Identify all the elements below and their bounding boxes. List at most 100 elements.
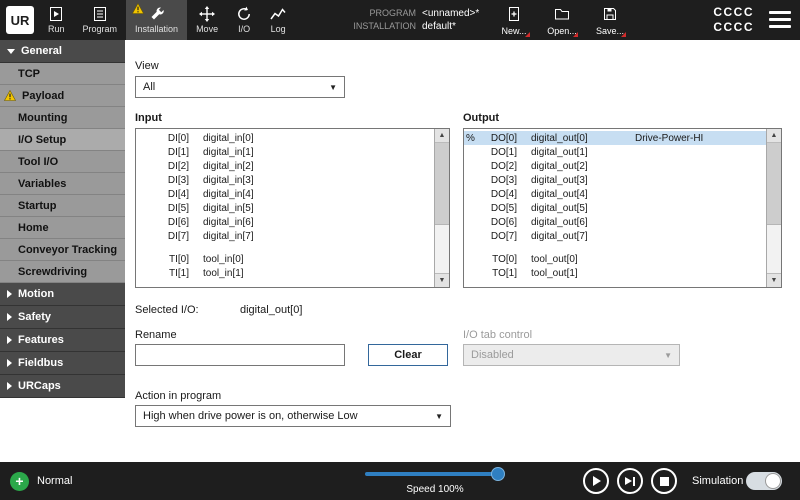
unsaved-marker (525, 32, 530, 37)
io-row[interactable]: DO[4] digital_out[4] (464, 187, 766, 201)
io-row[interactable]: DO[3] digital_out[3] (464, 173, 766, 187)
sidebar-item[interactable]: Conveyor Tracking (0, 239, 125, 261)
sidebar-item-label: Startup (18, 200, 57, 212)
io-row[interactable]: DO[7] digital_out[7] (464, 229, 766, 243)
io-row[interactable]: % DO[0] digital_out[0] Drive-Power-HI (464, 131, 766, 145)
view-dropdown[interactable]: All ▼ (135, 76, 345, 98)
tab-move[interactable]: Move (187, 0, 227, 40)
view-label: View (135, 60, 159, 72)
io-row-name: digital_in[2] (203, 161, 307, 172)
io-row[interactable]: DO[5] digital_out[5] (464, 201, 766, 215)
sidebar-section[interactable]: Fieldbus (0, 352, 125, 375)
new-button[interactable]: New... (494, 3, 534, 36)
sidebar-section-label: Fieldbus (18, 357, 63, 369)
step-icon-bar (633, 477, 635, 486)
io-row[interactable]: DI[6] digital_in[6] (136, 215, 434, 229)
sidebar: General TCP Payload Mounting (0, 40, 125, 398)
toggle-knob (765, 473, 781, 489)
sidebar-item[interactable]: Mounting (0, 107, 125, 129)
io-row-name: tool_out[1] (531, 268, 635, 279)
unsaved-marker (621, 32, 626, 37)
tab-run[interactable]: Run (39, 0, 74, 40)
action-in-program-dropdown[interactable]: High when drive power is on, otherwise L… (135, 405, 451, 427)
io-row-name: digital_in[7] (203, 231, 307, 242)
io-row[interactable]: DI[5] digital_in[5] (136, 201, 434, 215)
robot-status[interactable]: + Normal (10, 462, 72, 500)
io-row[interactable]: DI[4] digital_in[4] (136, 187, 434, 201)
sidebar-section[interactable]: Motion (0, 283, 125, 306)
open-button[interactable]: Open... (542, 3, 582, 36)
scrollbar-thumb[interactable] (767, 143, 781, 225)
sidebar-item-label: TCP (18, 68, 40, 80)
io-row-extra: Drive-Power-HI (635, 133, 766, 144)
program-name: <unnamed>* (422, 7, 479, 20)
menu-bar (769, 18, 791, 21)
main-content: View All ▼ Input Output DI[0] digital_in… (125, 40, 800, 462)
tab-label: I/O (238, 24, 250, 34)
io-row-id: DI[1] (149, 147, 189, 158)
chevron-right-icon (7, 359, 12, 367)
save-label: Save... (596, 26, 624, 36)
sidebar-item[interactable]: Screwdriving (0, 261, 125, 283)
sidebar-item[interactable]: Tool I/O (0, 151, 125, 173)
save-button[interactable]: Save... (590, 3, 630, 36)
io-row[interactable]: DO[1] digital_out[1] (464, 145, 766, 159)
sidebar-item-label: Tool I/O (18, 156, 58, 168)
sidebar-item[interactable]: Payload (0, 85, 125, 107)
tab-installation[interactable]: Installation (126, 0, 187, 40)
sidebar-section-label: Safety (18, 311, 51, 323)
scroll-down-icon[interactable]: ▼ (767, 273, 781, 287)
program-label: PROGRAM (336, 7, 416, 20)
io-row[interactable]: DI[1] digital_in[1] (136, 145, 434, 159)
input-scrollbar: ▲ ▼ (434, 129, 449, 287)
installation-wrench-icon (149, 6, 165, 22)
step-button[interactable] (617, 468, 643, 494)
new-label: New... (501, 26, 526, 36)
open-folder-icon (554, 6, 570, 24)
io-row[interactable] (464, 243, 766, 252)
io-row[interactable]: DI[0] digital_in[0] (136, 131, 434, 145)
io-row-name: digital_in[3] (203, 175, 307, 186)
io-row[interactable]: TI[0] tool_in[0] (136, 252, 434, 266)
installation-warning-icon (132, 3, 144, 14)
io-row-name: digital_in[6] (203, 217, 307, 228)
sidebar-section-general[interactable]: General (0, 40, 125, 63)
sidebar-item[interactable]: Home (0, 217, 125, 239)
sidebar-section[interactable]: Features (0, 329, 125, 352)
io-row[interactable]: DO[2] digital_out[2] (464, 159, 766, 173)
io-row[interactable]: TO[0] tool_out[0] (464, 252, 766, 266)
io-row[interactable]: TO[1] tool_out[1] (464, 266, 766, 280)
input-title: Input (135, 112, 162, 124)
scroll-down-icon[interactable]: ▼ (435, 273, 449, 287)
io-row[interactable]: TI[1] tool_in[1] (136, 266, 434, 280)
sidebar-item[interactable]: Variables (0, 173, 125, 195)
sidebar-section[interactable]: URCaps (0, 375, 125, 398)
scroll-up-icon[interactable]: ▲ (435, 129, 449, 143)
tab-io[interactable]: I/O (227, 0, 261, 40)
rename-input[interactable] (135, 344, 345, 366)
io-row[interactable]: DI[2] digital_in[2] (136, 159, 434, 173)
action-in-program-value: High when drive power is on, otherwise L… (143, 410, 358, 422)
sidebar-item[interactable]: Startup (0, 195, 125, 217)
scroll-up-icon[interactable]: ▲ (767, 129, 781, 143)
io-row-name: digital_out[3] (531, 175, 635, 186)
tab-log[interactable]: Log (261, 0, 295, 40)
tab-program[interactable]: Program (74, 0, 127, 40)
sidebar-item[interactable]: I/O Setup (0, 129, 125, 151)
sidebar-section[interactable]: Safety (0, 306, 125, 329)
play-button[interactable] (583, 468, 609, 494)
speed-slider-track[interactable] (365, 472, 500, 476)
io-row-id: TO[1] (477, 268, 517, 279)
io-row[interactable]: DO[6] digital_out[6] (464, 215, 766, 229)
speed-slider-handle[interactable] (491, 467, 505, 481)
sidebar-item[interactable]: TCP (0, 63, 125, 85)
scrollbar-thumb[interactable] (435, 143, 449, 225)
clear-button[interactable]: Clear (368, 344, 448, 366)
stop-button[interactable] (651, 468, 677, 494)
io-row[interactable]: DI[7] digital_in[7] (136, 229, 434, 243)
io-row[interactable]: DI[3] digital_in[3] (136, 173, 434, 187)
simulation-toggle[interactable] (746, 472, 782, 490)
menu-icon[interactable] (769, 11, 791, 28)
io-row[interactable] (136, 243, 434, 252)
sidebar-general-items: TCP Payload Mounting I/O Setup (0, 63, 125, 283)
